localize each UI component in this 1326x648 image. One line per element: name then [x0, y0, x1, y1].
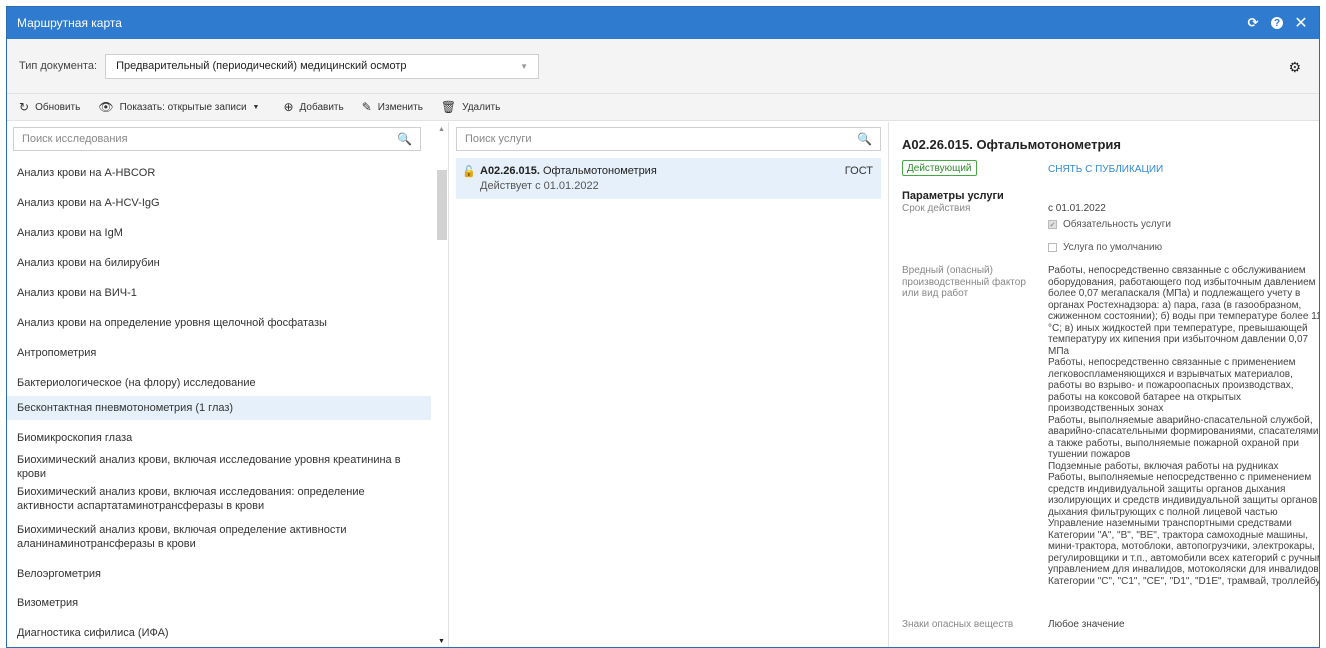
hazard-value: Работы, непосредственно связанные с прим…: [1048, 357, 1296, 414]
list-item[interactable]: Анализ крови на A-HCV-IgG: [7, 188, 431, 218]
params-heading: Параметры услуги: [902, 190, 1004, 202]
search-icon[interactable]: 🔍: [857, 132, 872, 146]
checkbox-icon: [1048, 243, 1057, 252]
details-title: A02.26.015. Офтальмотонометрия: [902, 137, 1121, 152]
scrollbar-thumb[interactable]: [437, 170, 447, 240]
default-checkbox[interactable]: Услуга по умолчанию: [1048, 242, 1162, 253]
document-type-value: Предварительный (периодический) медицинс…: [116, 60, 407, 72]
refresh-icon: ↻: [19, 100, 30, 114]
list-item[interactable]: Анализ крови на A-HBCOR: [7, 158, 431, 188]
mandatory-checkbox[interactable]: ✔ Обязательность услуги: [1048, 219, 1171, 230]
list-item[interactable]: Биохимический анализ крови, включая иссл…: [7, 452, 431, 482]
research-search-input[interactable]: Поиск исследования 🔍: [13, 127, 421, 151]
document-type-select[interactable]: Предварительный (периодический) медицинс…: [105, 53, 540, 79]
add-button[interactable]: ⊕ Добавить: [283, 100, 343, 114]
list-item[interactable]: Бактериологическое (на флору) исследован…: [7, 368, 431, 398]
list-item[interactable]: Биохимический анализ крови, включая иссл…: [7, 483, 431, 515]
service-details-pane: A02.26.015. Офтальмотонометрия Действующ…: [890, 122, 1319, 647]
help-icon[interactable]: ?: [1271, 17, 1283, 29]
validity-value: с 01.01.2022: [1048, 203, 1106, 214]
eye-icon: 👁: [98, 100, 114, 114]
hazard-value: Работы, непосредственно связанные с обсл…: [1048, 265, 1320, 357]
refresh-button[interactable]: ↻ Обновить: [19, 100, 80, 114]
research-search-placeholder: Поиск исследования: [22, 133, 128, 145]
hazard-value: Работы, выполняемые аварийно-спасательно…: [1048, 414, 1320, 461]
hazard-value: Управление наземными транспортными средс…: [1048, 518, 1320, 587]
service-search-placeholder: Поиск услуги: [465, 133, 532, 145]
gear-icon[interactable]: ⚙: [1288, 59, 1301, 76]
delete-label: Удалить: [462, 101, 501, 113]
hazard-value: Подземные работы, включая работы на рудн…: [1048, 460, 1279, 472]
refresh-icon[interactable]: ⟳: [1245, 15, 1261, 31]
toolbar: ↻ Обновить 👁 Показать: открытые записи ▼…: [7, 94, 1319, 121]
list-item[interactable]: Велоэргометрия: [7, 559, 431, 589]
list-item[interactable]: Анализ крови на ВИЧ-1: [7, 278, 431, 308]
hazmat-label: Знаки опасных веществ: [902, 619, 1014, 630]
hazard-values: Работы, непосредственно связанные с обсл…: [1048, 265, 1320, 587]
default-label: Услуга по умолчанию: [1063, 242, 1163, 253]
list-item[interactable]: Диагностика сифилиса (ИФА): [7, 618, 431, 647]
show-filter-button[interactable]: 👁 Показать: открытые записи ▼: [98, 100, 265, 114]
list-item[interactable]: Анализ крови на IgM: [7, 218, 431, 248]
list-item[interactable]: Биохимический анализ крови, включая опре…: [7, 521, 431, 553]
document-type-bar: Тип документа: Предварительный (периодич…: [7, 39, 1319, 94]
list-item[interactable]: Антропометрия: [7, 338, 431, 368]
search-icon[interactable]: 🔍: [397, 132, 412, 146]
refresh-label: Обновить: [35, 101, 81, 113]
edit-label: Изменить: [377, 101, 423, 113]
validity-label: Срок действия: [902, 203, 971, 214]
panes: Поиск исследования 🔍 Анализ крови на A-H…: [7, 122, 1319, 647]
add-label: Добавить: [299, 101, 344, 113]
service-list-pane: Поиск услуги 🔍 🔓 A02.26.015. Офтальмотон…: [450, 122, 889, 647]
list-item[interactable]: Биомикроскопия глаза: [7, 423, 431, 453]
delete-button[interactable]: 🗑 Удалить: [441, 100, 500, 114]
service-name: Офтальмотонометрия: [543, 165, 657, 177]
research-list-scrollbar[interactable]: ▲ ▼: [435, 122, 449, 647]
service-code: A02.26.015.: [480, 165, 540, 177]
hazard-label: Вредный (опасный) производственный факто…: [902, 265, 1026, 299]
edit-button[interactable]: ✎ Изменить: [362, 100, 423, 114]
status-badge: Действующий: [902, 160, 977, 176]
pencil-icon: ✎: [361, 100, 372, 114]
service-title: A02.26.015. Офтальмотонометрия: [480, 165, 657, 177]
chevron-down-icon: ▼: [252, 103, 260, 111]
list-item[interactable]: Визометрия: [7, 588, 431, 618]
close-icon[interactable]: ✕: [1293, 15, 1309, 32]
window-title: Маршрутная карта: [17, 16, 122, 30]
plus-circle-icon: ⊕: [283, 100, 294, 114]
route-card-window: Маршрутная карта ⟳ ? ✕ Тип документа: Пр…: [6, 6, 1320, 648]
service-standard: ГОСТ: [844, 165, 873, 177]
mandatory-label: Обязательность услуги: [1063, 219, 1171, 230]
research-list-pane: Поиск исследования 🔍 Анализ крови на A-H…: [7, 122, 435, 647]
service-item-selected[interactable]: 🔓 A02.26.015. Офтальмотонометрия ГОСТ Де…: [456, 158, 881, 199]
show-filter-label: Показать: открытые записи: [119, 101, 247, 113]
document-type-label: Тип документа:: [19, 60, 98, 72]
unlock-icon: 🔓: [462, 166, 476, 178]
checkbox-checked-icon: ✔: [1048, 220, 1057, 229]
scroll-down-icon[interactable]: ▼: [438, 638, 445, 645]
scroll-up-icon[interactable]: ▲: [438, 126, 445, 133]
list-item[interactable]: Анализ крови на билирубин: [7, 248, 431, 278]
list-item[interactable]: Анализ крови на определение уровня щелоч…: [7, 308, 431, 338]
titlebar: Маршрутная карта ⟳ ? ✕: [7, 7, 1319, 39]
trash-icon: 🗑: [440, 100, 457, 114]
hazard-value: Работы, выполняемые непосредственно с пр…: [1048, 472, 1318, 518]
hazmat-value: Любое значение: [1048, 619, 1125, 630]
list-item-selected[interactable]: Бесконтактная пневмотонометрия (1 глаз): [7, 396, 431, 420]
chevron-down-icon: ▼: [520, 61, 529, 71]
service-search-input[interactable]: Поиск услуги 🔍: [456, 127, 881, 151]
service-since: Действует с 01.01.2022: [480, 180, 599, 192]
unpublish-link[interactable]: СНЯТЬ С ПУБЛИКАЦИИ: [1048, 164, 1163, 175]
